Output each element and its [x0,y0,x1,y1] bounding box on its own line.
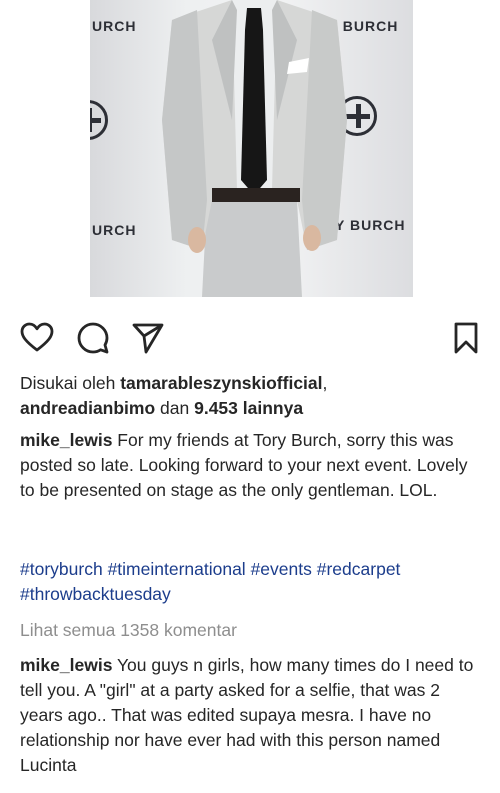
comment-username[interactable]: mike_lewis [20,655,112,675]
backdrop-text-bottom-left: URCH [92,222,137,238]
hashtag-list: #toryburch #timeinternational #events #r… [20,557,485,607]
likes-prefix: Disukai oleh [20,373,121,393]
hashtag-link[interactable]: #throwbacktuesday [20,584,171,604]
liker-username-1[interactable]: tamarableszynskiofficial [120,373,322,393]
post-action-bar [0,318,500,362]
bookmark-icon [454,322,478,354]
hashtag-link[interactable]: #events [251,559,312,579]
likes-others-count[interactable]: 9.453 lainnya [194,398,303,418]
post-photo[interactable]: URCH TORY BURCH URCH Y BURCH [90,0,413,297]
hashtag-link[interactable]: #timeinternational [108,559,246,579]
view-all-comments-link[interactable]: Lihat semua 1358 komentar [20,618,485,643]
comment-bubble-icon [77,322,109,354]
hashtag-link[interactable]: #redcarpet [317,559,401,579]
hashtag-link[interactable]: #toryburch [20,559,103,579]
man-in-suit-figure [162,0,347,297]
heart-outline-icon [20,322,54,352]
caption-username[interactable]: mike_lewis [20,430,112,450]
likes-middle: dan [155,398,195,418]
like-button[interactable] [17,318,57,358]
likes-separator: , [322,373,328,393]
comment-item: mike_lewis You guys n girls, how many ti… [20,653,485,778]
save-button[interactable] [446,318,486,358]
likes-summary[interactable]: Disukai oleh tamarableszynskiofficial, a… [20,371,485,421]
comment-button[interactable] [73,318,113,358]
liker-username-2[interactable]: andreadianbimo [20,398,155,418]
post-caption: mike_lewis For my friends at Tory Burch,… [20,428,485,503]
share-button[interactable] [128,318,168,358]
brand-logo-left [90,100,108,140]
paper-plane-icon [132,323,164,354]
backdrop-text-top-left: URCH [92,18,137,34]
